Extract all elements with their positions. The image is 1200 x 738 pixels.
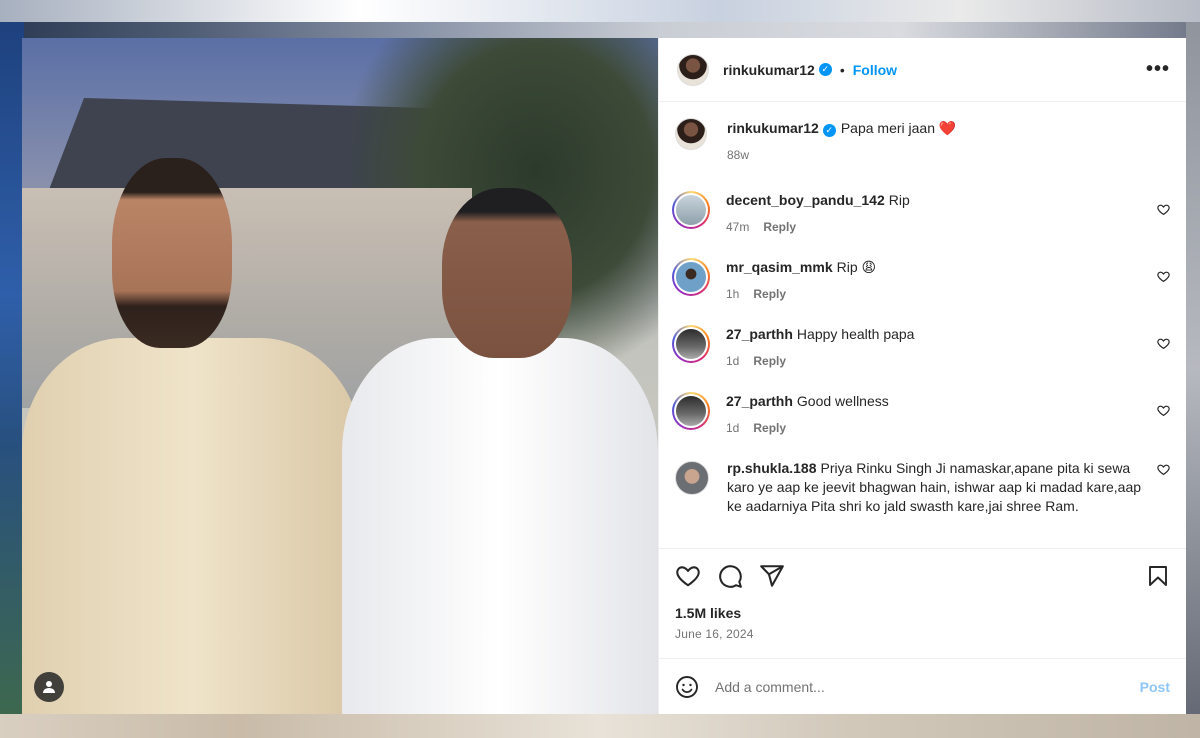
reply-button[interactable]: Reply (753, 352, 786, 371)
comment-input[interactable] (715, 678, 1140, 695)
post-sidebar: rinkukumar12 ✓ • Follow ••• rinkukumar12… (658, 38, 1186, 714)
comment-row: 27_parthh Good wellness 1d Reply (672, 392, 1170, 438)
like-comment-heart-icon[interactable] (1157, 404, 1170, 417)
post-photo (22, 38, 658, 714)
commenter-avatar[interactable] (675, 461, 709, 495)
save-bookmark-icon[interactable] (1146, 564, 1170, 588)
caption: rinkukumar12 ✓ Papa meri jaan ❤️ 88w (675, 116, 1170, 165)
post-actions: 1.5M likes June 16, 2024 (659, 548, 1186, 658)
author-username[interactable]: rinkukumar12 (723, 62, 815, 78)
photo-person-left-head (112, 158, 232, 348)
post-date: June 16, 2024 (675, 627, 754, 641)
caption-text: Papa meri jaan (840, 120, 935, 136)
comment-username[interactable]: 27_parthh (726, 393, 793, 409)
comment-username[interactable]: decent_boy_pandu_142 (726, 192, 885, 208)
comment-username[interactable]: 27_parthh (726, 326, 793, 342)
comment-time: 1d (726, 354, 740, 368)
comment-row: decent_boy_pandu_142 Rip 47m Reply (672, 191, 1170, 237)
commenter-avatar (676, 329, 706, 359)
like-comment-heart-icon[interactable] (1157, 270, 1170, 283)
photo-person-right-head (442, 188, 572, 358)
post-modal: rinkukumar12 ✓ • Follow ••• rinkukumar12… (22, 38, 1186, 714)
comment-time: 1d (726, 421, 740, 435)
commenter-avatar (676, 195, 706, 225)
comment-text: Good wellness (796, 393, 889, 409)
comment-username[interactable]: mr_qasim_mmk (726, 259, 833, 275)
comment-row: rp.shukla.188 Priya Rinku Singh Ji namask… (675, 459, 1170, 516)
post-comment-button[interactable]: Post (1140, 679, 1170, 695)
story-ring[interactable] (672, 191, 710, 229)
like-comment-heart-icon[interactable] (1157, 463, 1170, 476)
background-bottom-strip (0, 714, 1200, 738)
reply-button[interactable]: Reply (763, 218, 796, 237)
author-avatar[interactable] (675, 118, 707, 150)
follow-button[interactable]: Follow (853, 62, 897, 78)
comment-text: Rip 😩 (836, 259, 877, 275)
commenter-avatar (676, 262, 706, 292)
emoji-picker-icon[interactable] (675, 675, 699, 699)
reply-button[interactable]: Reply (753, 285, 786, 304)
comment-time: 1h (726, 287, 740, 301)
caption-time: 88w (727, 148, 750, 162)
like-comment-heart-icon[interactable] (1157, 203, 1170, 216)
comment-bubble-icon[interactable] (717, 563, 743, 589)
story-ring[interactable] (672, 392, 710, 430)
comments-list[interactable]: rinkukumar12 ✓ Papa meri jaan ❤️ 88w decen… (659, 102, 1186, 548)
comment-time: 47m (726, 220, 750, 234)
comment-username[interactable]: rp.shukla.188 (727, 460, 817, 476)
heart-emoji: ❤️ (938, 120, 957, 136)
post-header: rinkukumar12 ✓ • Follow ••• (659, 38, 1186, 102)
tagged-users-button[interactable] (34, 672, 64, 702)
separator-dot: • (839, 61, 845, 78)
story-ring[interactable] (672, 325, 710, 363)
verified-badge-icon: ✓ (822, 124, 836, 137)
share-send-icon[interactable] (759, 563, 785, 589)
like-comment-heart-icon[interactable] (1157, 337, 1170, 350)
author-avatar[interactable] (677, 53, 709, 86)
verified-badge-icon: ✓ (818, 63, 832, 76)
comment-row: 27_parthh Happy health papa 1d Reply (672, 325, 1170, 371)
photo-person-right-body (342, 338, 658, 714)
likes-count[interactable]: 1.5M likes (675, 605, 1170, 621)
photo-person-left-body (22, 338, 362, 714)
story-ring[interactable] (672, 258, 710, 296)
reply-button[interactable]: Reply (753, 419, 786, 438)
comment-text: Rip (888, 192, 910, 208)
commenter-avatar (676, 396, 706, 426)
background-top-strip (0, 0, 1200, 22)
like-heart-icon[interactable] (675, 563, 701, 589)
caption-username[interactable]: rinkukumar12 (727, 120, 819, 136)
comment-composer: Post (659, 658, 1186, 714)
comment-row: mr_qasim_mmk Rip 😩 1h Reply (672, 258, 1170, 304)
comment-text: Happy health papa (796, 326, 915, 342)
user-icon (43, 681, 55, 693)
more-options-icon[interactable]: ••• (1146, 58, 1170, 81)
